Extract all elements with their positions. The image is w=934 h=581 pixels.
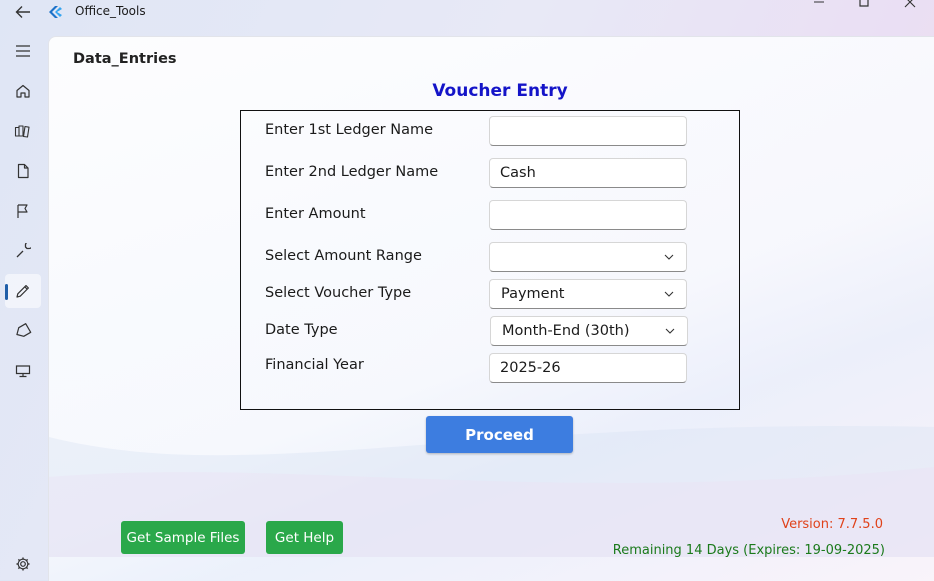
home-icon xyxy=(16,84,30,98)
nav-item-tools[interactable] xyxy=(5,234,41,268)
back-button[interactable] xyxy=(12,3,34,21)
pencil-icon xyxy=(16,285,29,298)
nav-item-documents[interactable] xyxy=(5,154,41,188)
tag-icon xyxy=(16,323,32,337)
minimize-button[interactable] xyxy=(804,0,834,10)
nav-item-tags[interactable] xyxy=(5,314,41,348)
amount-input[interactable] xyxy=(489,200,687,230)
proceed-button[interactable]: Proceed xyxy=(426,416,573,453)
nav-item-home[interactable] xyxy=(5,74,41,108)
nav-item-display[interactable] xyxy=(5,354,41,388)
title-bar: Office_Tools xyxy=(0,0,934,34)
document-icon xyxy=(17,163,29,179)
settings-button[interactable] xyxy=(12,554,34,574)
get-sample-files-button[interactable]: Get Sample Files xyxy=(121,521,245,554)
minimize-icon xyxy=(814,1,824,3)
label-amount-range: Select Amount Range xyxy=(265,248,422,264)
nav-item-data-entries[interactable] xyxy=(5,274,41,308)
label-ledger-2: Enter 2nd Ledger Name xyxy=(265,164,439,180)
label-ledger-1: Enter 1st Ledger Name xyxy=(265,122,434,138)
label-financial-year: Financial Year xyxy=(265,357,364,373)
app-logo-icon xyxy=(49,6,62,18)
get-help-button[interactable]: Get Help xyxy=(266,521,343,554)
menu-icon xyxy=(16,45,30,57)
active-indicator xyxy=(5,284,8,300)
label-voucher-type: Select Voucher Type xyxy=(265,285,412,301)
gear-icon xyxy=(16,557,30,571)
chevron-down-icon xyxy=(665,328,675,334)
maximize-icon xyxy=(859,0,869,7)
nav-item-library[interactable] xyxy=(5,114,41,148)
voucher-type-select[interactable]: Payment xyxy=(489,279,687,309)
ledger-2-input[interactable]: Cash xyxy=(489,158,687,188)
close-button[interactable] xyxy=(895,0,925,10)
wrench-icon xyxy=(16,243,31,258)
license-remaining-label: Remaining 14 Days (Expires: 19-09-2025) xyxy=(612,543,885,558)
nav-item-reports[interactable] xyxy=(5,194,41,228)
date-type-value: Month-End (30th) xyxy=(502,323,630,339)
date-type-select[interactable]: Month-End (30th) xyxy=(490,316,688,346)
content-panel: Data_Entries Voucher Entry Enter 1st Led… xyxy=(48,36,934,581)
maximize-button[interactable] xyxy=(849,0,879,10)
flag-icon xyxy=(17,204,28,218)
ledger-1-input[interactable] xyxy=(489,116,687,146)
nav-menu-toggle[interactable] xyxy=(5,34,41,68)
monitor-icon xyxy=(15,365,31,378)
version-label: Version: 7.7.5.0 xyxy=(781,517,883,532)
label-date-type: Date Type xyxy=(265,322,338,338)
voucher-type-value: Payment xyxy=(501,286,565,302)
form-title: Voucher Entry xyxy=(432,81,568,101)
side-navigation xyxy=(0,34,46,580)
page-title: Data_Entries xyxy=(73,51,177,67)
app-title: Office_Tools xyxy=(75,4,146,18)
book-icon xyxy=(14,125,30,138)
label-amount: Enter Amount xyxy=(265,206,366,222)
amount-range-select[interactable] xyxy=(489,242,687,272)
voucher-form: Enter 1st Ledger Name Enter 2nd Ledger N… xyxy=(240,110,740,410)
back-arrow-icon xyxy=(15,6,30,18)
chevron-down-icon xyxy=(664,254,674,260)
chevron-down-icon xyxy=(664,291,674,297)
financial-year-input[interactable]: 2025-26 xyxy=(489,353,687,383)
close-icon xyxy=(904,0,916,8)
